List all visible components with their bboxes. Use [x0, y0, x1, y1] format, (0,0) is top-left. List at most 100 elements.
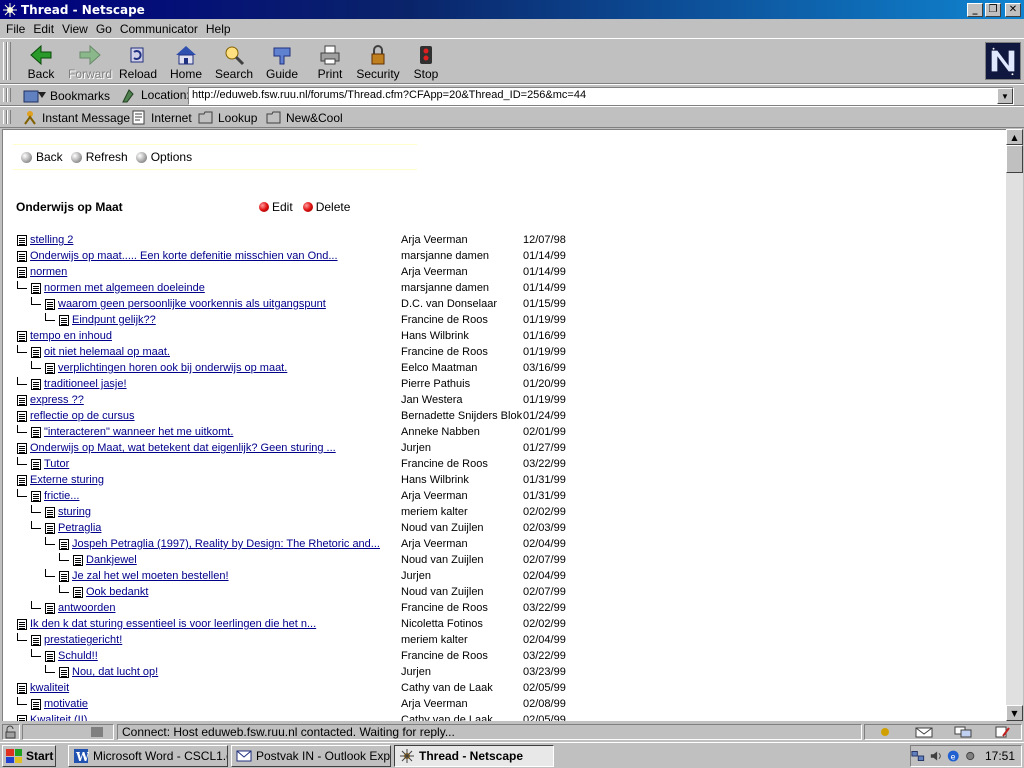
new-and-cool-button[interactable]: New&Cool	[266, 110, 343, 125]
url-input[interactable]: http://eduweb.fsw.ruu.nl/forums/Thread.c…	[188, 87, 1014, 105]
location-page-icon[interactable]	[120, 88, 136, 104]
reload-button[interactable]: Reload	[114, 42, 162, 82]
security-button[interactable]: Security	[354, 42, 402, 82]
taskbar-word-button[interactable]: W Microsoft Word - CSCL1.doc	[68, 745, 228, 767]
post-title-link[interactable]: sturing	[58, 506, 91, 518]
menu-view[interactable]: View	[60, 22, 94, 36]
discussion-icon[interactable]	[954, 726, 972, 738]
thread-post-row: express ?? Jan Westera 01/19/99	[13, 393, 583, 409]
composer-icon[interactable]	[993, 726, 1011, 738]
speaker-icon[interactable]	[929, 749, 943, 763]
post-title-link[interactable]: Schuld!!	[58, 650, 98, 662]
tree-branch	[17, 697, 27, 705]
menu-go[interactable]: Go	[94, 22, 118, 36]
folder-icon	[198, 111, 213, 124]
bookmarks-button[interactable]: Bookmarks	[22, 87, 110, 105]
post-title-link[interactable]: Onderwijs op maat..... Een korte defenit…	[30, 250, 338, 262]
tree-branch	[17, 457, 27, 465]
browser-tray-icon[interactable]: e	[946, 749, 960, 763]
lookup-button[interactable]: Lookup	[198, 110, 257, 125]
post-title-link[interactable]: motivatie	[44, 698, 88, 710]
post-author: Jurjen	[401, 442, 431, 454]
print-button[interactable]: Print	[306, 42, 354, 82]
delete-button[interactable]: Delete	[302, 200, 351, 214]
taskbar-netscape-button[interactable]: Thread - Netscape	[394, 745, 554, 767]
post-title-link[interactable]: Jospeh Petraglia (1997), Reality by Desi…	[72, 538, 380, 550]
delete-label: Delete	[315, 200, 351, 214]
post-date: 02/05/99	[523, 714, 566, 721]
post-title-link[interactable]: Je zal het wel moeten bestellen!	[72, 570, 229, 582]
taskbar-outlook-button[interactable]: Postvak IN - Outlook Expr...	[231, 745, 391, 767]
home-button[interactable]: Home	[162, 42, 210, 82]
post-title-link[interactable]: Onderwijs op Maat, wat betekent dat eige…	[30, 442, 336, 454]
post-title-link[interactable]: frictie...	[44, 490, 79, 502]
post-title-link[interactable]: traditioneel jasje!	[44, 378, 127, 390]
clock[interactable]: 17:51	[985, 749, 1015, 763]
post-title-link[interactable]: Petraglia	[58, 522, 101, 534]
mail-icon[interactable]	[915, 726, 933, 738]
post-title-link[interactable]: express ??	[30, 394, 84, 406]
post-title-link[interactable]: kwaliteit	[30, 682, 69, 694]
internet-button[interactable]: Internet	[131, 110, 192, 125]
post-title-link[interactable]: Nou, dat lucht op!	[72, 666, 158, 678]
menu-file[interactable]: File	[4, 22, 31, 36]
thread-post-row: antwoorden Francine de Roos 03/22/99	[13, 601, 583, 617]
guide-button[interactable]: Guide	[258, 42, 306, 82]
post-title-link[interactable]: normen	[30, 266, 67, 278]
stop-icon	[420, 46, 432, 64]
vertical-scrollbar[interactable]: ▲ ▼	[1006, 129, 1023, 721]
post-title-link[interactable]: Tutor	[44, 458, 69, 470]
instant-message-button[interactable]: Instant Message	[22, 110, 130, 125]
navigator-icon[interactable]	[876, 726, 894, 738]
search-button[interactable]: Search	[210, 42, 258, 82]
stop-button[interactable]: Stop	[402, 42, 450, 82]
minimize-button[interactable]: _	[967, 2, 983, 17]
thread-post-row: Petraglia Noud van Zuijlen 02/03/99	[13, 521, 583, 537]
edit-button[interactable]: Edit	[259, 200, 293, 214]
scroll-down-button[interactable]: ▼	[1006, 705, 1023, 721]
post-date: 01/14/99	[523, 250, 566, 262]
post-document-icon	[73, 555, 83, 566]
post-title-link[interactable]: antwoorden	[58, 602, 116, 614]
thread-post-row: Jospeh Petraglia (1997), Reality by Desi…	[13, 537, 583, 553]
post-title-link[interactable]: Eindpunt gelijk??	[72, 314, 156, 326]
post-title-link[interactable]: Ook bedankt	[86, 586, 148, 598]
scroll-up-button[interactable]: ▲	[1006, 129, 1023, 145]
red-bullet-icon	[259, 202, 269, 212]
post-title-link[interactable]: Externe sturing	[30, 474, 104, 486]
menu-communicator[interactable]: Communicator	[118, 22, 204, 36]
post-title-link[interactable]: Kwaliteit (II)	[30, 714, 87, 721]
post-title-link[interactable]: Ik den k dat sturing essentieel is voor …	[30, 618, 316, 630]
netscape-logo[interactable]	[985, 42, 1021, 80]
close-button[interactable]: ✕	[1005, 2, 1021, 17]
post-title-link[interactable]: prestatiegericht!	[44, 634, 122, 646]
gear-tray-icon[interactable]	[963, 749, 977, 763]
menu-edit[interactable]: Edit	[31, 22, 60, 36]
post-author: Arja Veerman	[401, 490, 468, 502]
post-title-link[interactable]: reflectie op de cursus	[30, 410, 135, 422]
post-title-link[interactable]: oit niet helemaal op maat.	[44, 346, 170, 358]
post-title-link[interactable]: normen met algemeen doeleinde	[44, 282, 205, 294]
post-title-link[interactable]: verplichtingen horen ook bij onderwijs o…	[58, 362, 287, 374]
security-status-icon[interactable]	[2, 724, 20, 740]
post-document-icon	[45, 651, 55, 662]
forum-refresh-button[interactable]: Refresh	[70, 150, 128, 164]
maximize-button[interactable]: ❐	[985, 2, 1001, 17]
start-button[interactable]: Start	[2, 745, 56, 767]
forum-options-button[interactable]: Options	[135, 150, 192, 164]
menu-help[interactable]: Help	[204, 22, 237, 36]
post-title-link[interactable]: Dankjewel	[86, 554, 137, 566]
scroll-thumb[interactable]	[1006, 145, 1023, 173]
post-date: 01/14/99	[523, 282, 566, 294]
url-dropdown-button[interactable]: ▼	[997, 88, 1013, 104]
forward-button[interactable]: Forward	[66, 42, 114, 82]
forum-back-button[interactable]: Back	[21, 150, 63, 164]
toolbar-grip	[7, 88, 11, 102]
back-button[interactable]: Back	[17, 42, 65, 82]
post-document-icon	[17, 715, 27, 721]
post-title-link[interactable]: stelling 2	[30, 234, 73, 246]
post-title-link[interactable]: "interacteren" wanneer het me uitkomt.	[44, 426, 233, 438]
post-title-link[interactable]: tempo en inhoud	[30, 330, 112, 342]
post-title-link[interactable]: waarom geen persoonlijke voorkennis als …	[58, 298, 326, 310]
network-icon[interactable]	[911, 749, 925, 763]
